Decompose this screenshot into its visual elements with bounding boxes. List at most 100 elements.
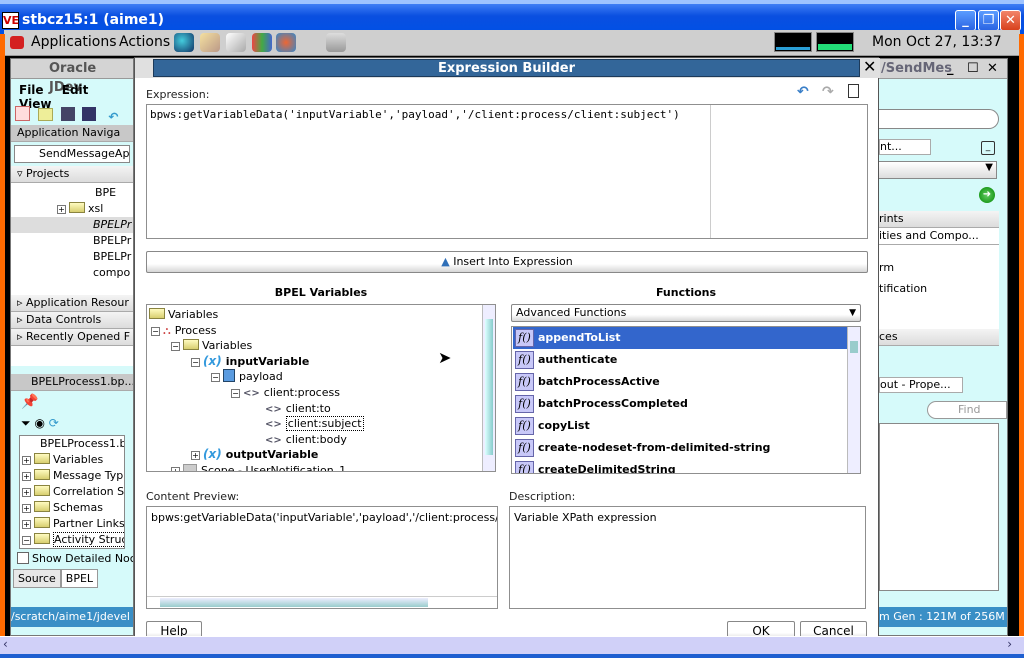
scroll-right-icon[interactable]: › — [1007, 637, 1012, 651]
actions-menu[interactable]: Actions — [119, 34, 170, 50]
variable-tree-node[interactable]: Variables — [149, 307, 218, 322]
recently-opened-section[interactable]: ▹ Recently Opened F — [11, 329, 133, 346]
application-selector[interactable]: SendMessageApp — [14, 145, 130, 163]
project-item[interactable]: + xsl — [11, 201, 133, 217]
new-icon[interactable] — [15, 106, 30, 121]
tab-source[interactable]: Source — [13, 569, 61, 588]
redo-icon[interactable]: ↷ — [822, 84, 834, 100]
save-all-icon[interactable] — [82, 107, 97, 121]
dialog-close-button[interactable]: ✕ — [863, 57, 876, 76]
new-document-icon[interactable] — [848, 84, 859, 98]
tab-bpel[interactable]: BPEL — [60, 569, 99, 588]
variable-tree-node[interactable]: − ⛬ Process — [151, 323, 216, 338]
jdev-maximize-button[interactable]: ☐ — [967, 59, 979, 78]
structure-tab[interactable]: BPELProcess1.bp... — [11, 374, 133, 391]
expression-text[interactable]: bpws:getVariableData('inputVariable','pa… — [150, 108, 680, 121]
applications-menu[interactable]: Applications — [31, 34, 117, 50]
open-icon[interactable] — [37, 108, 53, 121]
expander-icon[interactable]: + — [171, 467, 180, 471]
find-input[interactable]: Find — [927, 401, 1007, 419]
variable-tree-node[interactable]: − payload — [211, 369, 283, 384]
search-field[interactable] — [879, 109, 999, 129]
function-item[interactable]: f() copyList — [513, 415, 848, 437]
network-icon[interactable] — [174, 33, 194, 52]
structure-item[interactable]: + Schemas — [22, 500, 124, 516]
go-icon[interactable]: ➜ — [979, 187, 995, 203]
insert-into-expression-button[interactable]: ▲ Insert Into Expression — [146, 251, 868, 273]
functions-list[interactable]: f() appendToList f() authenticate f() batchPr… — [511, 326, 861, 474]
right-section[interactable]: rints — [879, 211, 999, 228]
properties-tab[interactable]: out - Prope... — [879, 377, 963, 393]
right-list-item[interactable]: rm — [879, 261, 999, 274]
expander-icon[interactable]: + — [191, 451, 200, 461]
application-resources-section[interactable]: ▹ Application Resour — [11, 295, 133, 312]
chart-icon[interactable] — [276, 33, 296, 52]
filter-icon[interactable]: ⏷ — [21, 416, 31, 430]
structure-item[interactable]: + Message Typ — [22, 468, 124, 484]
application-navigator-tab[interactable]: Application Naviga — [11, 125, 133, 142]
function-item[interactable]: f() batchProcessActive — [513, 371, 848, 393]
right-tab[interactable]: nt... — [879, 139, 931, 155]
undo-icon[interactable]: ↶ — [108, 110, 118, 124]
find-icon[interactable]: ◉ — [34, 416, 44, 430]
preview-hscrollbar[interactable] — [147, 596, 497, 608]
show-detailed-checkbox[interactable]: Show Detailed Noc — [11, 549, 133, 569]
menu-file[interactable]: File — [19, 83, 44, 97]
undo-icon[interactable]: ↶ — [797, 84, 809, 100]
structure-item[interactable]: + Partner Links — [22, 516, 124, 532]
functions-scrollbar[interactable] — [847, 327, 860, 473]
variables-scrollbar[interactable] — [482, 305, 495, 471]
expander-icon[interactable]: − — [211, 373, 220, 383]
editor-icon[interactable] — [226, 33, 246, 52]
minimize-button[interactable]: _ — [955, 10, 976, 31]
variable-tree-node[interactable]: <> client:body — [265, 432, 347, 447]
project-item[interactable]: BPE — [11, 185, 133, 201]
screen-icon[interactable] — [326, 33, 346, 52]
expression-editor[interactable]: bpws:getVariableData('inputVariable','pa… — [146, 104, 868, 239]
project-item[interactable]: compo — [11, 265, 133, 281]
mail-icon[interactable] — [200, 33, 220, 52]
panel-minimize-icon[interactable]: _ — [981, 141, 995, 155]
right-list-item[interactable]: tification — [879, 282, 999, 295]
expander-icon[interactable]: − — [171, 342, 180, 352]
variable-tree-node[interactable]: <> client:to — [265, 401, 331, 416]
bpel-variables-tree[interactable]: Variables − ⛬ Process − Variables − (x) inputVar… — [146, 304, 496, 472]
structure-item[interactable]: − Activity Struc — [22, 532, 124, 548]
presentation-icon[interactable] — [252, 33, 272, 52]
structure-item[interactable]: + Correlation S — [22, 484, 124, 500]
data-controls-section[interactable]: ▹ Data Controls — [11, 312, 133, 329]
clock[interactable]: Mon Oct 27, 13:37 — [872, 34, 1002, 50]
function-item[interactable]: f() appendToList — [513, 327, 848, 349]
variable-tree-node[interactable]: − (x) inputVariable — [191, 354, 309, 369]
variable-tree-node[interactable]: + Scope - UserNotification_1 — [171, 463, 346, 471]
pin-icon[interactable]: 📌 — [21, 394, 38, 410]
structure-root[interactable]: BPELProcess1.bp — [22, 436, 124, 452]
expander-icon[interactable]: − — [231, 389, 240, 398]
expander-icon[interactable]: − — [191, 357, 200, 367]
structure-item[interactable]: + Variables — [22, 452, 124, 468]
variable-tree-node[interactable]: <> client:subject — [265, 416, 364, 432]
right-section[interactable]: ities and Compo... — [879, 228, 999, 245]
project-item[interactable]: BPELPr — [11, 249, 133, 265]
projects-section[interactable]: ▿ Projects — [11, 166, 133, 183]
project-item[interactable]: BPELPr — [11, 233, 133, 249]
refresh-icon[interactable]: ⟳ — [49, 416, 59, 430]
variable-tree-node[interactable]: + (x) outputVariable — [191, 447, 318, 462]
function-item[interactable]: f() createDelimitedString — [513, 459, 848, 473]
restore-button[interactable]: ❐ — [978, 10, 999, 31]
menu-edit[interactable]: Edit — [62, 83, 89, 97]
variable-tree-node[interactable]: − <> client:process — [231, 385, 340, 400]
jdev-minimize-button[interactable]: _ — [947, 59, 954, 78]
project-item[interactable]: BPELPr — [11, 217, 133, 233]
right-section[interactable]: ces — [879, 329, 999, 346]
function-category-select[interactable]: Advanced Functions ▼ — [511, 304, 861, 322]
scroll-left-icon[interactable]: ‹ — [3, 637, 8, 651]
save-icon[interactable] — [60, 107, 75, 121]
function-item[interactable]: f() authenticate — [513, 349, 848, 371]
right-dropdown[interactable]: ▼ — [879, 161, 997, 179]
close-button[interactable]: ✕ — [1000, 10, 1021, 31]
viewer-horizontal-scrollbar[interactable]: ‹ › — [0, 636, 1024, 654]
function-item[interactable]: f() create-nodeset-from-delimited-string — [513, 437, 848, 459]
jdev-close-button[interactable]: ✕ — [987, 59, 998, 78]
function-item[interactable]: f() batchProcessCompleted — [513, 393, 848, 415]
